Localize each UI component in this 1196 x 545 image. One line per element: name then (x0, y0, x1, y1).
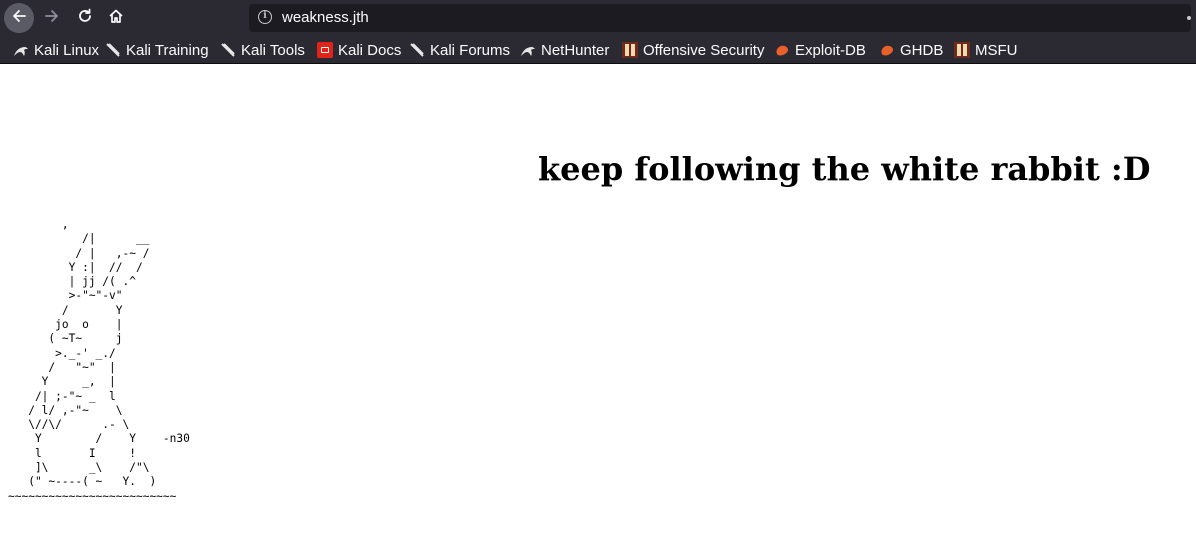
kali-dragon-icon (409, 42, 425, 58)
bookmark-label: Offensive Security (643, 41, 765, 59)
navigation-toolbar: i weakness.jth (0, 0, 1196, 36)
site-info-icon[interactable]: i (258, 10, 272, 24)
exploitdb-flame-icon (879, 42, 895, 58)
kali-dragon-icon (105, 42, 121, 58)
arrow-right-icon (44, 8, 60, 29)
reload-button[interactable] (70, 3, 100, 33)
bookmark-label: NetHunter (541, 41, 610, 59)
bookmark-label: Kali Linux (34, 41, 100, 59)
bookmark-kali-linux[interactable]: Kali Linux (13, 40, 99, 60)
exploitdb-flame-icon (774, 42, 790, 58)
address-bar[interactable]: i weakness.jth (249, 4, 1191, 32)
bookmark-label: Kali Training (126, 41, 209, 59)
bookmark-label: Kali Tools (241, 41, 305, 59)
kali-dragon-icon (220, 42, 236, 58)
bookmark-label: Kali Docs (338, 41, 402, 59)
overflow-dot-icon (1187, 16, 1191, 20)
bookmark-kali-forums[interactable]: Kali Forums (409, 40, 510, 60)
bookmark-kali-docs[interactable]: Kali Docs (317, 40, 401, 60)
bookmark-label: Kali Forums (430, 41, 511, 59)
bookmarks-toolbar: Kali Linux Kali Training Kali Tools Kali… (0, 36, 1196, 64)
arrow-left-icon (11, 8, 27, 29)
kali-dragon-icon (520, 42, 536, 58)
bookmark-msfu[interactable]: MSFU (954, 40, 1018, 60)
home-button[interactable] (101, 3, 131, 33)
kali-dragon-icon (13, 42, 29, 58)
reload-icon (77, 8, 93, 29)
offsec-icon (954, 42, 970, 58)
bookmark-ghdb[interactable]: GHDB (879, 40, 943, 60)
page-heading: keep following the white rabbit :D (538, 150, 1151, 188)
rabbit-ascii-art: , /| __ / | ,-~ / Y :| // / | jj /( .^ >… (8, 218, 190, 503)
kali-docs-icon (317, 42, 333, 58)
bookmark-kali-tools[interactable]: Kali Tools (220, 40, 305, 60)
url-text[interactable]: weakness.jth (282, 9, 369, 26)
bookmark-exploit-db[interactable]: Exploit-DB (774, 40, 866, 60)
bookmark-offensive-security[interactable]: Offensive Security (622, 40, 764, 60)
bookmark-kali-training[interactable]: Kali Training (105, 40, 209, 60)
bookmark-label: MSFU (975, 41, 1018, 59)
bookmark-label: Exploit-DB (795, 41, 866, 59)
forward-button[interactable] (37, 3, 67, 33)
offsec-icon (622, 42, 638, 58)
home-icon (108, 8, 124, 29)
bookmark-label: GHDB (900, 41, 944, 59)
back-button[interactable] (4, 3, 34, 33)
bookmark-nethunter[interactable]: NetHunter (520, 40, 609, 60)
browser-chrome: i weakness.jth Kali Linux Kali Training … (0, 0, 1196, 64)
